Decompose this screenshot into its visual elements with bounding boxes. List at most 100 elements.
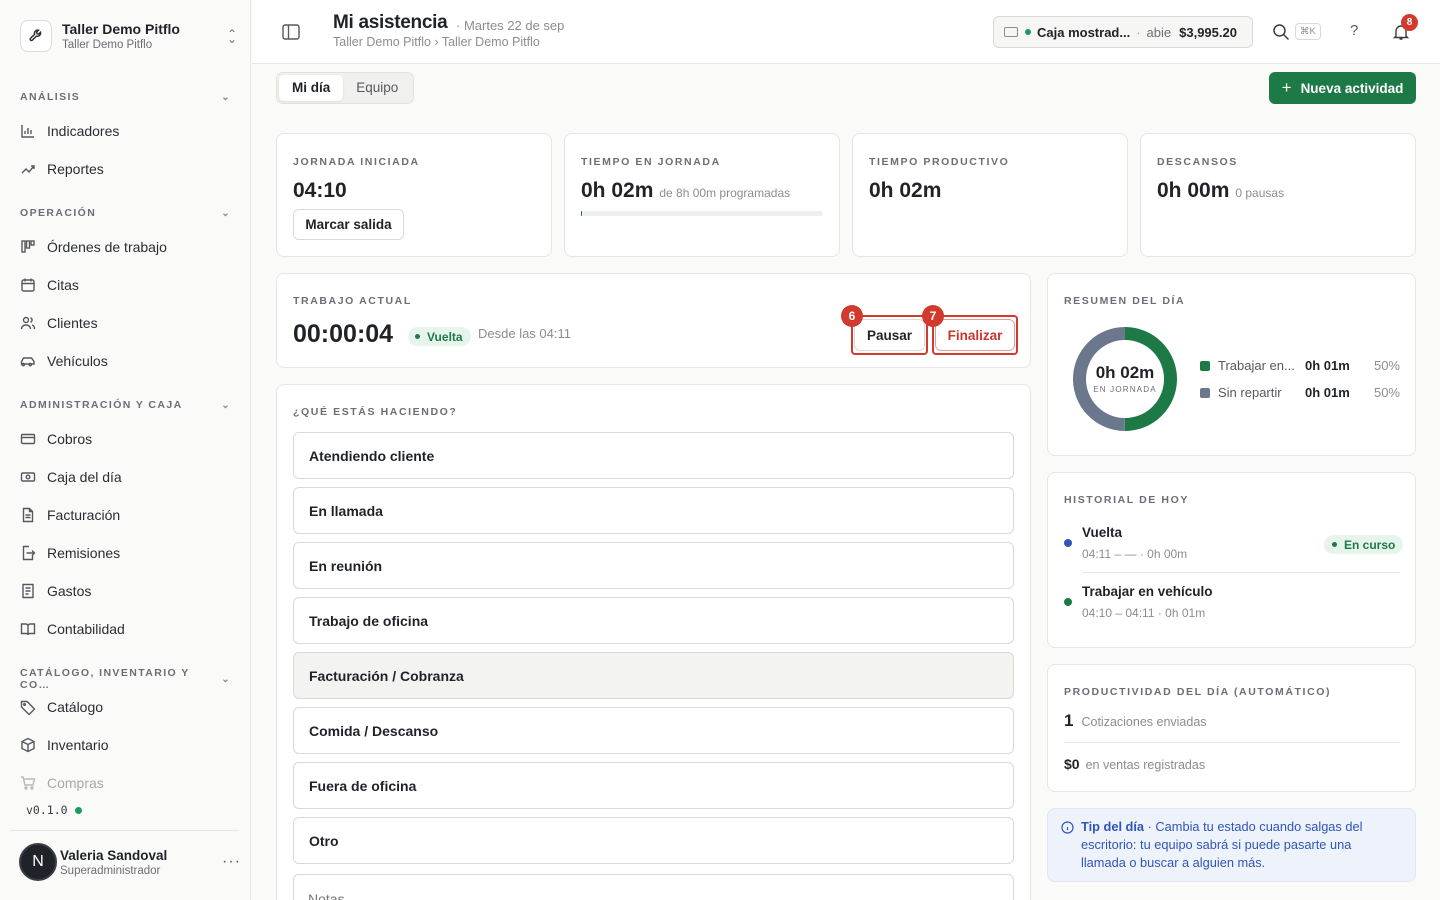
- sidebar-item-remisiones[interactable]: Remisiones: [20, 538, 231, 568]
- activity-option[interactable]: Fuera de oficina: [293, 762, 1014, 809]
- stat-value: 0h 02m: [581, 179, 654, 202]
- sidebar-item-catalogo[interactable]: Catálogo: [20, 692, 231, 722]
- section-catalogo[interactable]: CATÁLOGO, INVENTARIO Y CO… ⌄: [20, 667, 231, 691]
- sidebar-item-compras[interactable]: Compras: [20, 768, 231, 798]
- user-name: Valeria Sandoval: [60, 847, 168, 863]
- finish-button[interactable]: Finalizar: [935, 319, 1015, 351]
- sidebar-item-caja[interactable]: Caja del día: [20, 462, 231, 492]
- chevron-updown-icon: ⌃ ⌄: [226, 26, 238, 46]
- status-dot: [1025, 29, 1031, 35]
- more-icon[interactable]: ···: [222, 853, 241, 871]
- sales-value: $0: [1064, 756, 1080, 772]
- activity-question: ¿QUÉ ESTÁS HACIENDO?: [293, 406, 458, 418]
- stat-value: 0h 02m: [869, 179, 942, 202]
- org-switcher[interactable]: Taller Demo Pitflo Taller Demo Pitflo ⌃ ⌄: [20, 18, 240, 54]
- sidebar-item-cobros[interactable]: Cobros: [20, 424, 231, 454]
- summary-card: RESUMEN DEL DÍA 0h 02m EN JORNADA Trabaj…: [1047, 273, 1416, 456]
- activity-option[interactable]: Comida / Descanso: [293, 707, 1014, 754]
- sales-label: en ventas registradas: [1085, 758, 1206, 772]
- sidebar-item-facturacion[interactable]: Facturación: [20, 500, 231, 530]
- calendar-icon: [21, 278, 35, 292]
- cash-icon: [1004, 27, 1018, 37]
- sidebar-item-contabilidad[interactable]: Contabilidad: [20, 614, 231, 644]
- legend-label: Trabajar en...: [1218, 358, 1295, 373]
- avatar: N: [19, 843, 57, 881]
- wrench-icon: [20, 20, 52, 52]
- sidebar-item-clientes[interactable]: Clientes: [20, 308, 231, 338]
- sidebar-item-citas[interactable]: Citas: [20, 270, 231, 300]
- history-card: HISTORIAL DE HOY Vuelta 04:11 – — · 0h 0…: [1047, 472, 1416, 648]
- activity-option[interactable]: En llamada: [293, 487, 1014, 534]
- status-dot: [1332, 542, 1337, 547]
- section-label: CATÁLOGO, INVENTARIO Y CO…: [20, 667, 190, 691]
- sidebar-item-ordenes[interactable]: Órdenes de trabajo: [20, 232, 231, 262]
- divider: [1064, 742, 1400, 743]
- search-icon[interactable]: [1272, 23, 1290, 41]
- productivity-card: PRODUCTIVIDAD DEL DÍA (AUTOMÁTICO) 1 Cot…: [1047, 664, 1416, 792]
- sidebar-item-label: Caja del día: [47, 469, 122, 485]
- receipt-icon: [22, 583, 34, 599]
- donut-center: 0h 02m EN JORNADA: [1088, 363, 1162, 394]
- sidebar-item-gastos[interactable]: Gastos: [20, 576, 231, 606]
- sidebar-item-inventario[interactable]: Inventario: [20, 730, 231, 760]
- sidebar-item-label: Vehículos: [47, 353, 108, 369]
- help-icon[interactable]: ?: [1350, 22, 1358, 39]
- new-activity-button[interactable]: + Nueva actividad: [1269, 72, 1416, 104]
- sidebar-item-reportes[interactable]: Reportes: [20, 154, 231, 184]
- trend-icon: [21, 165, 35, 174]
- sidebar-item-label: Gastos: [47, 583, 92, 599]
- stat-label: DESCANSOS: [1157, 156, 1238, 168]
- finish-marker: 7: [922, 305, 944, 327]
- tab-mi-dia[interactable]: Mi día: [279, 75, 344, 101]
- section-label: ANÁLISIS: [20, 91, 81, 103]
- sidebar-item-label: Indicadores: [47, 123, 120, 139]
- legend-percent: 50%: [1373, 385, 1400, 400]
- user-role: Superadministrador: [60, 864, 161, 877]
- activity-option-selected[interactable]: Facturación / Cobranza: [293, 652, 1014, 699]
- sidebar-toggle-icon[interactable]: [282, 24, 300, 40]
- activity-option[interactable]: Atendiendo cliente: [293, 432, 1014, 479]
- stat-label: TIEMPO EN JORNADA: [581, 156, 721, 168]
- users-icon: [20, 316, 36, 330]
- section-label: ADMINISTRACIÓN Y CAJA: [20, 399, 183, 411]
- sidebar-item-vehiculos[interactable]: Vehículos: [20, 346, 231, 376]
- tip-text: Tip del día · Cambia tu estado cuando sa…: [1081, 818, 1399, 872]
- chevron-down-icon: ⌄: [221, 91, 231, 103]
- history-item-title: Vuelta: [1082, 525, 1123, 540]
- activity-option[interactable]: En reunión: [293, 542, 1014, 589]
- user-menu[interactable]: N Valeria Sandoval Superadministrador ··…: [19, 842, 241, 882]
- pause-button[interactable]: Pausar: [854, 319, 925, 351]
- progress-fill: [581, 211, 582, 216]
- cashbox-selector[interactable]: Caja mostrad... · abie $3,995.20: [993, 16, 1253, 48]
- sidebar-item-label: Contabilidad: [47, 621, 125, 637]
- view-tabs: Mi día Equipo: [276, 72, 415, 104]
- tag-icon: [20, 700, 36, 715]
- clock-out-button[interactable]: Marcar salida: [293, 209, 404, 240]
- version-label: v0.1.0: [26, 803, 68, 817]
- section-analisis[interactable]: ANÁLISIS ⌄: [20, 91, 231, 103]
- sidebar-item-indicadores[interactable]: Indicadores: [20, 116, 231, 146]
- page-date: · Martes 22 de sep: [456, 18, 565, 33]
- legend-label: Sin repartir: [1218, 385, 1282, 400]
- stat-card-descansos: DESCANSOS 0h 00m 0 pausas: [1140, 133, 1416, 257]
- divider: [10, 830, 239, 831]
- sidebar-item-label: Clientes: [47, 315, 98, 331]
- tab-equipo[interactable]: Equipo: [343, 75, 411, 101]
- current-work-since: Desde las 04:11: [478, 326, 571, 341]
- legend-percent: 50%: [1373, 358, 1400, 373]
- activity-option[interactable]: Otro: [293, 817, 1014, 864]
- sidebar-item-label: Reportes: [47, 161, 104, 177]
- box-icon: [21, 737, 35, 753]
- cta-label: Nueva actividad: [1300, 80, 1404, 96]
- section-administracion[interactable]: ADMINISTRACIÓN Y CAJA ⌄: [20, 399, 231, 411]
- search-shortcut: ⌘K: [1295, 23, 1321, 40]
- section-operacion[interactable]: OPERACIÓN ⌄: [20, 207, 231, 219]
- stat-value: 0h 00m: [1157, 179, 1230, 202]
- kanban-icon: [21, 240, 35, 253]
- sidebar-item-label: Catálogo: [47, 699, 104, 715]
- activity-option[interactable]: Trabajo de oficina: [293, 597, 1014, 644]
- notes-input[interactable]: [293, 874, 1014, 900]
- book-icon: [20, 623, 36, 636]
- status-dot: [415, 334, 420, 339]
- status-dot: [74, 806, 82, 814]
